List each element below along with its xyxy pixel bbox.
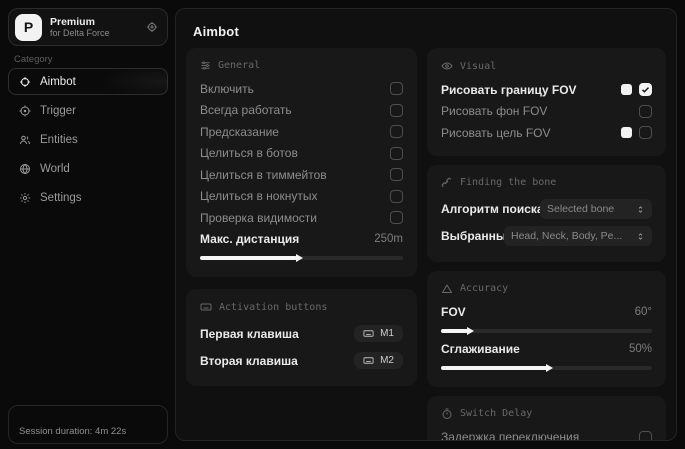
checkbox-draw-fov-border[interactable] <box>639 83 652 96</box>
smoothing-value: 50% <box>629 343 652 355</box>
sidebar-nav: Aimbot Trigger Entities <box>8 68 168 211</box>
checkbox-target-teammates[interactable] <box>390 168 403 181</box>
product-logo: P <box>15 14 42 41</box>
section-accuracy: Accuracy FOV 60° Сглаживание 50% <box>427 271 666 387</box>
sidebar-item-settings[interactable]: Settings <box>8 184 168 211</box>
sidebar-item-label: Settings <box>40 192 82 204</box>
trigger-icon <box>19 105 31 117</box>
crosshair-icon <box>19 76 31 88</box>
color-swatch[interactable] <box>621 84 632 95</box>
toggle-row: Предсказание <box>200 121 403 143</box>
visual-row: Рисовать фон FOV <box>441 101 652 123</box>
section-title: General <box>218 60 260 71</box>
sidebar-item-trigger[interactable]: Trigger <box>8 97 168 124</box>
timer-icon <box>441 408 453 420</box>
max-distance-value: 250m <box>374 233 403 245</box>
eye-icon <box>441 60 453 72</box>
toggle-row: Целиться в нокнутых <box>200 186 403 208</box>
fov-value: 60° <box>635 306 652 318</box>
product-title: Premium <box>50 16 110 28</box>
toggle-row: Целиться в ботов <box>200 143 403 165</box>
fov-slider[interactable] <box>441 329 652 333</box>
sidebar-item-entities[interactable]: Entities <box>8 126 168 153</box>
bone-icon <box>441 177 453 189</box>
keyboard-icon <box>200 301 212 313</box>
entities-icon <box>19 134 31 146</box>
product-header: P Premium for Delta Force <box>8 8 168 46</box>
keybind-row: Первая клавиша M1 <box>200 320 403 347</box>
toggle-row: Целиться в тиммейтов <box>200 164 403 186</box>
gear-icon <box>19 192 31 204</box>
sidebar-item-label: Trigger <box>40 105 76 117</box>
section-title: Accuracy <box>460 283 508 294</box>
bone-algorithm-select[interactable]: Selected bone <box>540 199 652 219</box>
keyboard-icon <box>363 328 374 339</box>
slider-thumb[interactable] <box>467 327 474 335</box>
sidebar-item-label: Entities <box>40 134 78 146</box>
checkbox-prediction[interactable] <box>390 125 403 138</box>
toggle-row: Всегда работать <box>200 100 403 122</box>
chevron-up-down-icon <box>636 205 645 214</box>
session-duration-text: Session duration: 4m 22s <box>19 426 126 437</box>
checkbox-visibility-check[interactable] <box>390 211 403 224</box>
globe-icon <box>19 163 31 175</box>
sliders-icon <box>200 60 211 71</box>
page-title: Aimbot <box>193 24 676 39</box>
section-title: Activation buttons <box>219 302 327 313</box>
slider-row: FOV 60° <box>441 302 652 324</box>
keybind-first-key[interactable]: M1 <box>354 325 403 342</box>
checkbox-enable[interactable] <box>390 82 403 95</box>
main-panel: Aimbot General Включить Вс <box>175 8 677 441</box>
slider-thumb[interactable] <box>546 364 553 372</box>
section-title: Finding the bone <box>460 177 556 188</box>
keyboard-icon <box>363 355 374 366</box>
product-subtitle: for Delta Force <box>50 28 110 38</box>
section-activation-buttons: Activation buttons Первая клавиша M1 Вто… <box>186 289 417 386</box>
section-finding-bone: Finding the bone Алгоритм поиска кост Se… <box>427 165 666 262</box>
checkbox-target-bots[interactable] <box>390 147 403 160</box>
section-title: Switch Delay <box>460 408 532 419</box>
settings-icon[interactable] <box>146 21 158 33</box>
toggle-row: Включить <box>200 78 403 100</box>
sidebar-item-aimbot[interactable]: Aimbot <box>8 68 168 95</box>
slider-thumb[interactable] <box>296 254 303 262</box>
toggle-row: Задержка переключения <box>441 427 652 442</box>
smoothing-slider[interactable] <box>441 366 652 370</box>
section-switch-delay: Switch Delay Задержка переключения Задер… <box>427 396 666 442</box>
visual-row: Рисовать границу FOV <box>441 79 652 101</box>
selected-bones-select[interactable]: Head, Neck, Body, Pe... <box>504 226 652 246</box>
chevron-up-down-icon <box>636 232 645 241</box>
category-label: Category <box>14 54 53 65</box>
bone-algorithm-row: Алгоритм поиска кост Selected bone <box>441 196 652 223</box>
visual-row: Рисовать цель FOV <box>441 122 652 144</box>
triangle-icon <box>441 283 453 295</box>
slider-row: Сглаживание 50% <box>441 338 652 360</box>
toggle-row: Проверка видимости <box>200 207 403 229</box>
session-duration: Session duration: 4m 22s <box>8 405 168 444</box>
color-swatch[interactable] <box>621 127 632 138</box>
sidebar-item-label: Aimbot <box>40 76 76 88</box>
section-title: Visual <box>460 61 496 72</box>
section-general: General Включить Всегда работать Предска… <box>186 48 417 277</box>
checkbox-always-work[interactable] <box>390 104 403 117</box>
max-distance-slider[interactable] <box>200 256 403 260</box>
keybind-second-key[interactable]: M2 <box>354 352 403 369</box>
checkbox-switch-delay[interactable] <box>639 431 652 441</box>
checkbox-draw-fov-background[interactable] <box>639 105 652 118</box>
slider-row: Макс. дистанция 250m <box>200 229 403 251</box>
sidebar: P Premium for Delta Force Category Aimbo… <box>0 0 175 449</box>
section-visual: Visual Рисовать границу FOV Рисовать фон… <box>427 48 666 156</box>
sidebar-item-label: World <box>40 163 70 175</box>
selected-bones-row: Выбранные кос Head, Neck, Body, Pe... <box>441 223 652 250</box>
checkbox-draw-fov-target[interactable] <box>639 126 652 139</box>
checkbox-target-knocked[interactable] <box>390 190 403 203</box>
keybind-row: Вторая клавиша M2 <box>200 347 403 374</box>
sidebar-item-world[interactable]: World <box>8 155 168 182</box>
